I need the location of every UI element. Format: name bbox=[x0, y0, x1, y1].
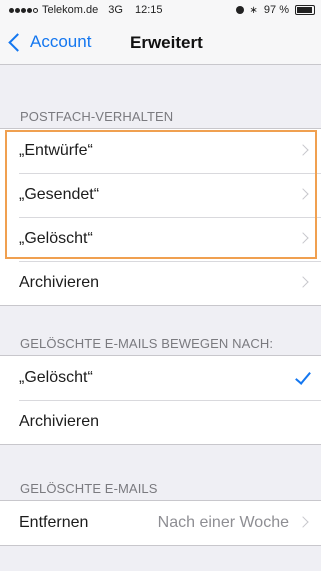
row-label: „Entwürfe“ bbox=[19, 142, 93, 159]
battery-percent: 97 % bbox=[263, 4, 289, 16]
chevron-right-icon bbox=[297, 276, 309, 288]
status-bar-left: Telekom.de 3G 12:15 bbox=[9, 4, 162, 16]
mailbox-behavior-group: „Entwürfe“ „Gesendet“ „Gelöscht“ Archivi… bbox=[0, 128, 321, 306]
chevron-left-icon bbox=[8, 32, 27, 52]
section-header-move-deleted: GELÖSCHTE E-MAILS BEWEGEN NACH: bbox=[20, 336, 274, 351]
row-archive-mailbox[interactable]: Archivieren bbox=[0, 261, 321, 305]
bluetooth-icon: ∗ bbox=[249, 4, 258, 16]
option-archive[interactable]: Archivieren bbox=[0, 400, 321, 444]
back-button-label: Account bbox=[30, 32, 92, 51]
chevron-right-icon bbox=[297, 188, 309, 200]
checkmark-icon bbox=[295, 368, 311, 385]
navigation-bar: Account Erweitert bbox=[0, 20, 321, 65]
chevron-right-icon bbox=[297, 144, 309, 156]
network-type: 3G bbox=[108, 4, 123, 16]
status-bar: Telekom.de 3G 12:15 ∗ 97 % bbox=[0, 0, 321, 20]
option-deleted[interactable]: „Gelöscht“ bbox=[0, 356, 321, 400]
chevron-right-icon bbox=[297, 232, 309, 244]
row-label: Archivieren bbox=[19, 413, 100, 430]
chevron-right-icon bbox=[297, 516, 309, 528]
status-bar-right: ∗ 97 % bbox=[235, 4, 315, 16]
row-deleted-mailbox[interactable]: „Gelöscht“ bbox=[0, 217, 321, 261]
row-label: „Gesendet“ bbox=[19, 186, 100, 203]
row-drafts-mailbox[interactable]: „Entwürfe“ bbox=[0, 129, 321, 173]
section-header-mailbox-behavior: POSTFACH-VERHALTEN bbox=[20, 109, 174, 124]
move-deleted-group: „Gelöscht“ Archivieren bbox=[0, 355, 321, 445]
section-header-deleted-mails: GELÖSCHTE E-MAILS bbox=[20, 481, 158, 496]
alarm-icon bbox=[235, 6, 244, 14]
row-label: „Gelöscht“ bbox=[19, 230, 93, 247]
row-label: „Gelöscht“ bbox=[19, 369, 93, 386]
page-title: Erweitert bbox=[130, 33, 203, 52]
back-button[interactable]: Account bbox=[7, 32, 91, 52]
row-sent-mailbox[interactable]: „Gesendet“ bbox=[0, 173, 321, 217]
signal-strength-icon bbox=[9, 7, 38, 13]
remove-value: Nach einer Woche bbox=[157, 514, 289, 531]
row-label: Entfernen bbox=[19, 514, 89, 531]
carrier-name: Telekom.de bbox=[42, 4, 99, 16]
status-time: 12:15 bbox=[134, 4, 163, 16]
row-label: Archivieren bbox=[19, 274, 100, 291]
battery-icon bbox=[295, 5, 315, 15]
row-remove-deleted[interactable]: Entfernen Nach einer Woche bbox=[0, 501, 321, 545]
deleted-mails-group: Entfernen Nach einer Woche bbox=[0, 500, 321, 546]
